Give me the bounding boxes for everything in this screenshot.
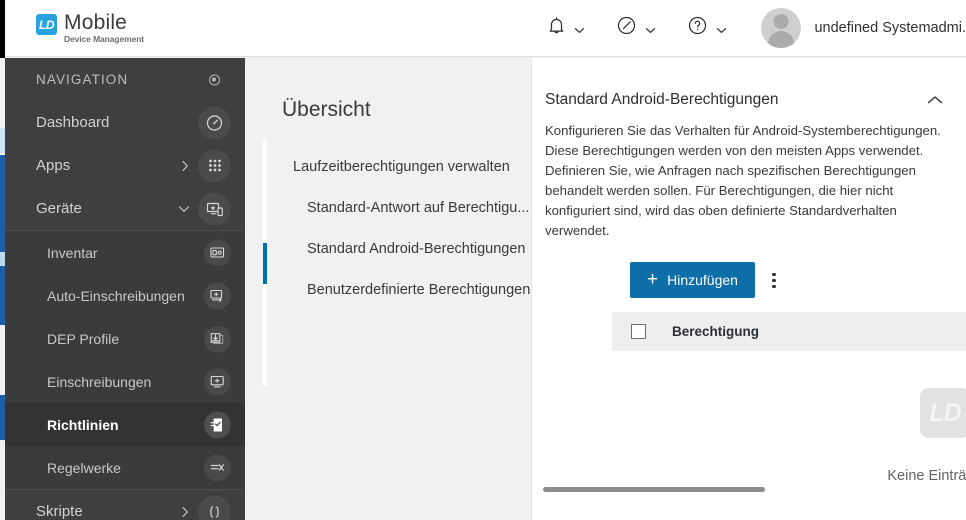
middle-panel-item-standard-android[interactable]: Standard Android-Berechtigungen: [245, 228, 530, 269]
app-window: LD Mobile Device Management undefined Sy…: [0, 0, 966, 520]
empty-state-message: Keine Einträge ge: [887, 468, 966, 484]
empty-state: LD Keine Einträge ge: [532, 388, 966, 484]
chevron-down-icon: [645, 23, 656, 34]
middle-panel-item-benutzerdefinierte[interactable]: Benutzerdefinierte Berechtigungen: [245, 269, 530, 310]
sidebar-item-geraete[interactable]: Geräte: [5, 187, 245, 230]
chevron-right-icon: [180, 160, 190, 172]
content-card: Standard Android-Berechtigungen Konfigur…: [531, 58, 966, 520]
rules-icon: [204, 454, 231, 481]
sidebar-item-skripte[interactable]: Skripte: [5, 490, 245, 520]
target-dot-icon[interactable]: [209, 74, 220, 85]
sidebar-item-label: Regelwerke: [47, 459, 121, 476]
sidebar-item-label: DEP Profile: [47, 330, 120, 347]
speedometer-icon: [198, 106, 231, 139]
user-menu[interactable]: undefined Systemadmi.: [743, 8, 966, 48]
explore-menu[interactable]: [601, 0, 672, 56]
add-button[interactable]: + Hinzufügen: [630, 262, 755, 299]
sidebar-item-label: Geräte: [36, 200, 82, 217]
top-bar: LD Mobile Device Management undefined Sy…: [5, 0, 966, 57]
user-name: undefined Systemadmi.: [814, 20, 966, 36]
sidebar-header: NAVIGATION: [5, 58, 245, 101]
avatar: [761, 8, 802, 48]
middle-panel-item-standard-antwort[interactable]: Standard-Antwort auf Berechtigu...: [245, 187, 530, 228]
sidebar-item-label: Inventar: [47, 244, 98, 261]
middle-panel-item-laufzeitberechtigungen[interactable]: Laufzeitberechtigungen verwalten: [245, 146, 530, 187]
sidebar-item-inventar[interactable]: Inventar: [5, 231, 245, 274]
empty-state-logo-icon: LD: [920, 388, 966, 438]
help-menu[interactable]: [672, 0, 743, 56]
auto-enroll-icon: [204, 282, 231, 309]
brand-subtitle: Device Management: [64, 34, 145, 45]
table-header-row: Berechtigung: [612, 312, 966, 352]
sidebar-item-regelwerke[interactable]: Regelwerke: [5, 446, 245, 489]
content-card-title: Standard Android-Berechtigungen: [545, 91, 779, 108]
app-logo[interactable]: LD Mobile Device Management: [36, 12, 144, 44]
sidebar-item-dashboard[interactable]: Dashboard: [5, 101, 245, 144]
sidebar-item-label: Richtlinien: [47, 416, 119, 433]
grid-apps-icon: [198, 149, 231, 182]
enroll-plus-icon: [204, 368, 231, 395]
select-all-checkbox[interactable]: [631, 324, 646, 340]
sidebar-item-auto-einschreibungen[interactable]: Auto-Einschreibungen: [5, 274, 245, 317]
sidebar-header-label: NAVIGATION: [36, 72, 129, 87]
sidebar-item-apps[interactable]: Apps: [5, 144, 245, 187]
middle-panel-list: Laufzeitberechtigungen verwalten Standar…: [245, 146, 530, 310]
notifications-menu[interactable]: [532, 0, 601, 56]
content-card-actions: + Hinzufügen: [532, 241, 966, 299]
page-title: Übersicht: [282, 98, 371, 121]
sidebar-item-label: Auto-Einschreibungen: [47, 287, 185, 304]
dep-download-icon: [204, 325, 231, 352]
add-button-label: Hinzufügen: [667, 272, 738, 289]
brand-mark-icon: LD: [36, 14, 57, 36]
table-column-berechtigung: Berechtigung: [672, 324, 760, 340]
compass-icon: [617, 16, 636, 40]
sidebar-item-label: Skripte: [36, 503, 83, 520]
chevron-up-icon[interactable]: [924, 89, 946, 111]
sidebar-item-dep-profile[interactable]: DEP Profile: [5, 317, 245, 360]
sidebar-item-einschreibungen[interactable]: Einschreibungen: [5, 360, 245, 403]
sidebar-item-richtlinien[interactable]: Richtlinien: [5, 403, 245, 446]
policy-check-icon: [204, 411, 231, 438]
inventory-icon: [204, 239, 231, 266]
chevron-right-icon: [180, 506, 190, 518]
code-braces-icon: [198, 495, 231, 520]
horizontal-scrollbar[interactable]: [543, 487, 765, 492]
sidebar-item-label: Einschreibungen: [47, 373, 152, 390]
top-bar-actions: undefined Systemadmi.: [532, 0, 966, 56]
brand-title: Mobile: [64, 11, 128, 35]
sidebar: NAVIGATION Dashboard Apps Geräte Inventa…: [5, 58, 245, 520]
question-circle-icon: [688, 16, 707, 40]
chevron-down-icon: [716, 23, 727, 34]
chevron-down-icon: [574, 23, 585, 34]
devices-icon: [198, 192, 231, 225]
kebab-menu-icon[interactable]: [764, 265, 784, 295]
chevron-down-icon: [178, 204, 190, 214]
content-card-header: Standard Android-Berechtigungen: [532, 58, 966, 111]
content-card-description: Konfigurieren Sie das Verhalten für Andr…: [545, 123, 941, 239]
sidebar-item-label: Dashboard: [36, 114, 110, 131]
bell-icon: [548, 16, 565, 40]
sidebar-item-label: Apps: [36, 157, 71, 174]
